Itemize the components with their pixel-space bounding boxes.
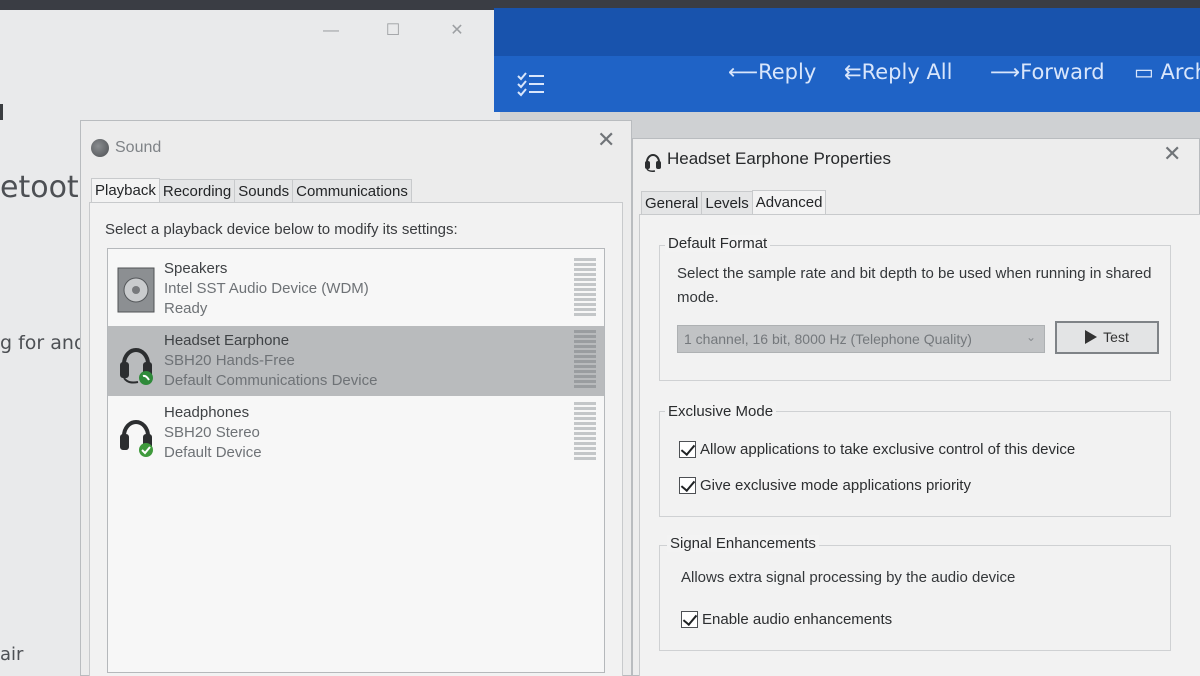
- allow-exclusive-control-checkbox[interactable]: Allow applications to take exclusive con…: [679, 441, 1075, 458]
- checkbox-checked-icon: [679, 477, 696, 494]
- playback-device-list[interactable]: Speakers Intel SST Audio Device (WDM) Re…: [107, 248, 605, 673]
- tab-playback[interactable]: Playback: [91, 178, 160, 205]
- default-format-description-cont: mode.: [677, 289, 719, 306]
- tab-sounds[interactable]: Sounds: [234, 179, 294, 204]
- headphones-check-icon: [120, 420, 153, 457]
- device-headphones[interactable]: Headphones SBH20 Stereo Default Device: [108, 398, 604, 468]
- device-driver: Intel SST Audio Device (WDM): [164, 280, 369, 297]
- archive-icon: ▭: [1134, 60, 1161, 84]
- archive-button[interactable]: ▭ Arch: [1134, 60, 1200, 84]
- play-icon: [1085, 330, 1098, 344]
- reply-all-button[interactable]: ⇇Reply All: [844, 60, 952, 84]
- device-status: Ready: [164, 300, 208, 317]
- headset-properties-dialog: Headset Earphone Properties ✕ General Le…: [632, 138, 1200, 676]
- chevron-down-icon: ⌄: [1025, 330, 1036, 344]
- forward-button[interactable]: ⟶Forward: [990, 60, 1105, 84]
- properties-title: Headset Earphone Properties: [667, 149, 891, 168]
- maximize-icon[interactable]: ☐: [384, 22, 402, 40]
- format-dropdown[interactable]: 1 channel, 16 bit, 8000 Hz (Telephone Qu…: [677, 325, 1045, 353]
- tab-levels[interactable]: Levels: [701, 191, 753, 216]
- tab-recording[interactable]: Recording: [158, 179, 236, 204]
- checkbox-checked-icon: [681, 611, 698, 628]
- background-text-fragment-bottom: air: [0, 644, 24, 665]
- test-button[interactable]: Test: [1055, 321, 1159, 354]
- reply-all-label: Reply All: [861, 60, 953, 84]
- exclusive-priority-label: Give exclusive mode applications priorit…: [700, 477, 971, 494]
- mail-title-strip: [494, 8, 1200, 56]
- sound-tabs: Playback Recording Sounds Communications: [91, 177, 412, 205]
- properties-tabs: General Levels Advanced: [641, 189, 827, 217]
- archive-label: Arch: [1160, 60, 1200, 84]
- sound-dialog: Sound ✕ Playback Recording Sounds Commun…: [80, 120, 632, 676]
- default-format-description: Select the sample rate and bit depth to …: [677, 265, 1152, 282]
- default-format-label: Default Format: [665, 235, 771, 252]
- device-name: Headphones: [164, 404, 250, 421]
- close-icon[interactable]: ✕: [1163, 143, 1181, 165]
- close-icon[interactable]: ✕: [448, 22, 466, 40]
- double-arrow-left-icon: ⇇: [844, 60, 862, 84]
- close-icon[interactable]: ✕: [597, 129, 615, 151]
- select-list-icon[interactable]: [516, 70, 546, 98]
- level-meter: [574, 258, 596, 316]
- device-status: Default Device: [164, 444, 262, 461]
- device-status: Default Communications Device: [164, 372, 378, 389]
- reply-button[interactable]: ⟵Reply: [728, 60, 816, 84]
- tab-advanced[interactable]: Advanced: [751, 190, 827, 217]
- minimize-icon[interactable]: —: [322, 22, 340, 40]
- allow-exclusive-control-label: Allow applications to take exclusive con…: [700, 441, 1076, 458]
- exclusive-mode-group: [659, 411, 1171, 517]
- exclusive-priority-checkbox[interactable]: Give exclusive mode applications priorit…: [679, 477, 971, 494]
- format-dropdown-value: 1 channel, 16 bit, 8000 Hz (Telephone Qu…: [684, 331, 972, 347]
- tab-communications[interactable]: Communications: [292, 179, 412, 204]
- device-name: Headset Earphone: [164, 332, 290, 349]
- arrow-left-icon: ⟵: [728, 60, 759, 84]
- enable-enhancements-checkbox[interactable]: Enable audio enhancements: [681, 611, 892, 628]
- signal-enhancements-label: Signal Enhancements: [667, 535, 819, 552]
- background-titlebar: — ☐ ✕: [0, 10, 500, 44]
- device-headset-earphone[interactable]: Headset Earphone SBH20 Hands-Free Defaul…: [108, 326, 604, 396]
- checkbox-checked-icon: [679, 441, 696, 458]
- level-meter: [574, 330, 596, 388]
- forward-label: Forward: [1020, 60, 1105, 84]
- headset-icon: [645, 154, 661, 172]
- sound-dialog-title: Sound: [115, 139, 162, 156]
- speaker-app-icon: [91, 139, 109, 157]
- speaker-icon: [117, 267, 155, 313]
- device-driver: SBH20 Stereo: [164, 424, 260, 441]
- device-name: Speakers: [164, 260, 228, 277]
- signal-enhancements-group: [659, 545, 1171, 651]
- tab-general[interactable]: General: [641, 191, 703, 216]
- arrow-right-icon: ⟶: [990, 60, 1021, 84]
- device-speakers[interactable]: Speakers Intel SST Audio Device (WDM) Re…: [108, 254, 604, 324]
- mail-command-bar: ⟵Reply ⇇Reply All ⟶Forward ▭ Arch: [494, 8, 1200, 112]
- test-label: Test: [1103, 329, 1129, 345]
- exclusive-mode-label: Exclusive Mode: [665, 403, 777, 420]
- playback-prompt: Select a playback device below to modify…: [105, 221, 458, 238]
- device-driver: SBH20 Hands-Free: [164, 352, 295, 369]
- enable-enhancements-label: Enable audio enhancements: [702, 611, 893, 628]
- signal-enhancements-description: Allows extra signal processing by the au…: [681, 569, 1016, 586]
- headset-phone-icon: [120, 348, 153, 385]
- background-text-fragment: g for and: [0, 332, 87, 354]
- reply-label: Reply: [758, 60, 817, 84]
- background-marker: [0, 104, 3, 120]
- level-meter: [574, 402, 596, 460]
